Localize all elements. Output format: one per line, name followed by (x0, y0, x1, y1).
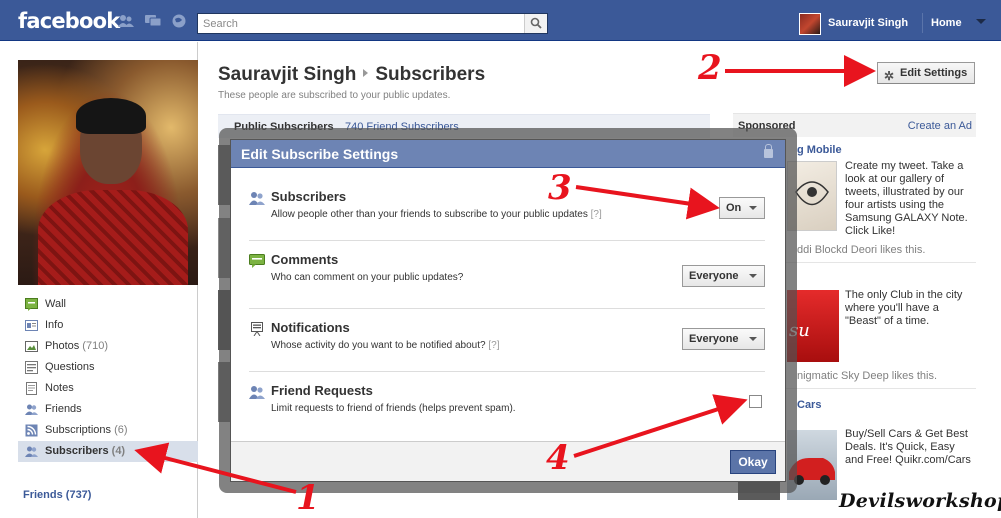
annotation-number: 2 (698, 48, 722, 88)
watermark: Devilsworkshop (839, 490, 1001, 512)
annotation-number: 1 (296, 478, 320, 518)
annotation-arrow (573, 394, 748, 458)
annotation-arrows (134, 55, 876, 494)
annotation-number: 4 (546, 438, 570, 478)
annotation-arrow (134, 442, 297, 494)
annotation-number: 3 (548, 168, 572, 208)
annotation-arrow (575, 185, 720, 220)
